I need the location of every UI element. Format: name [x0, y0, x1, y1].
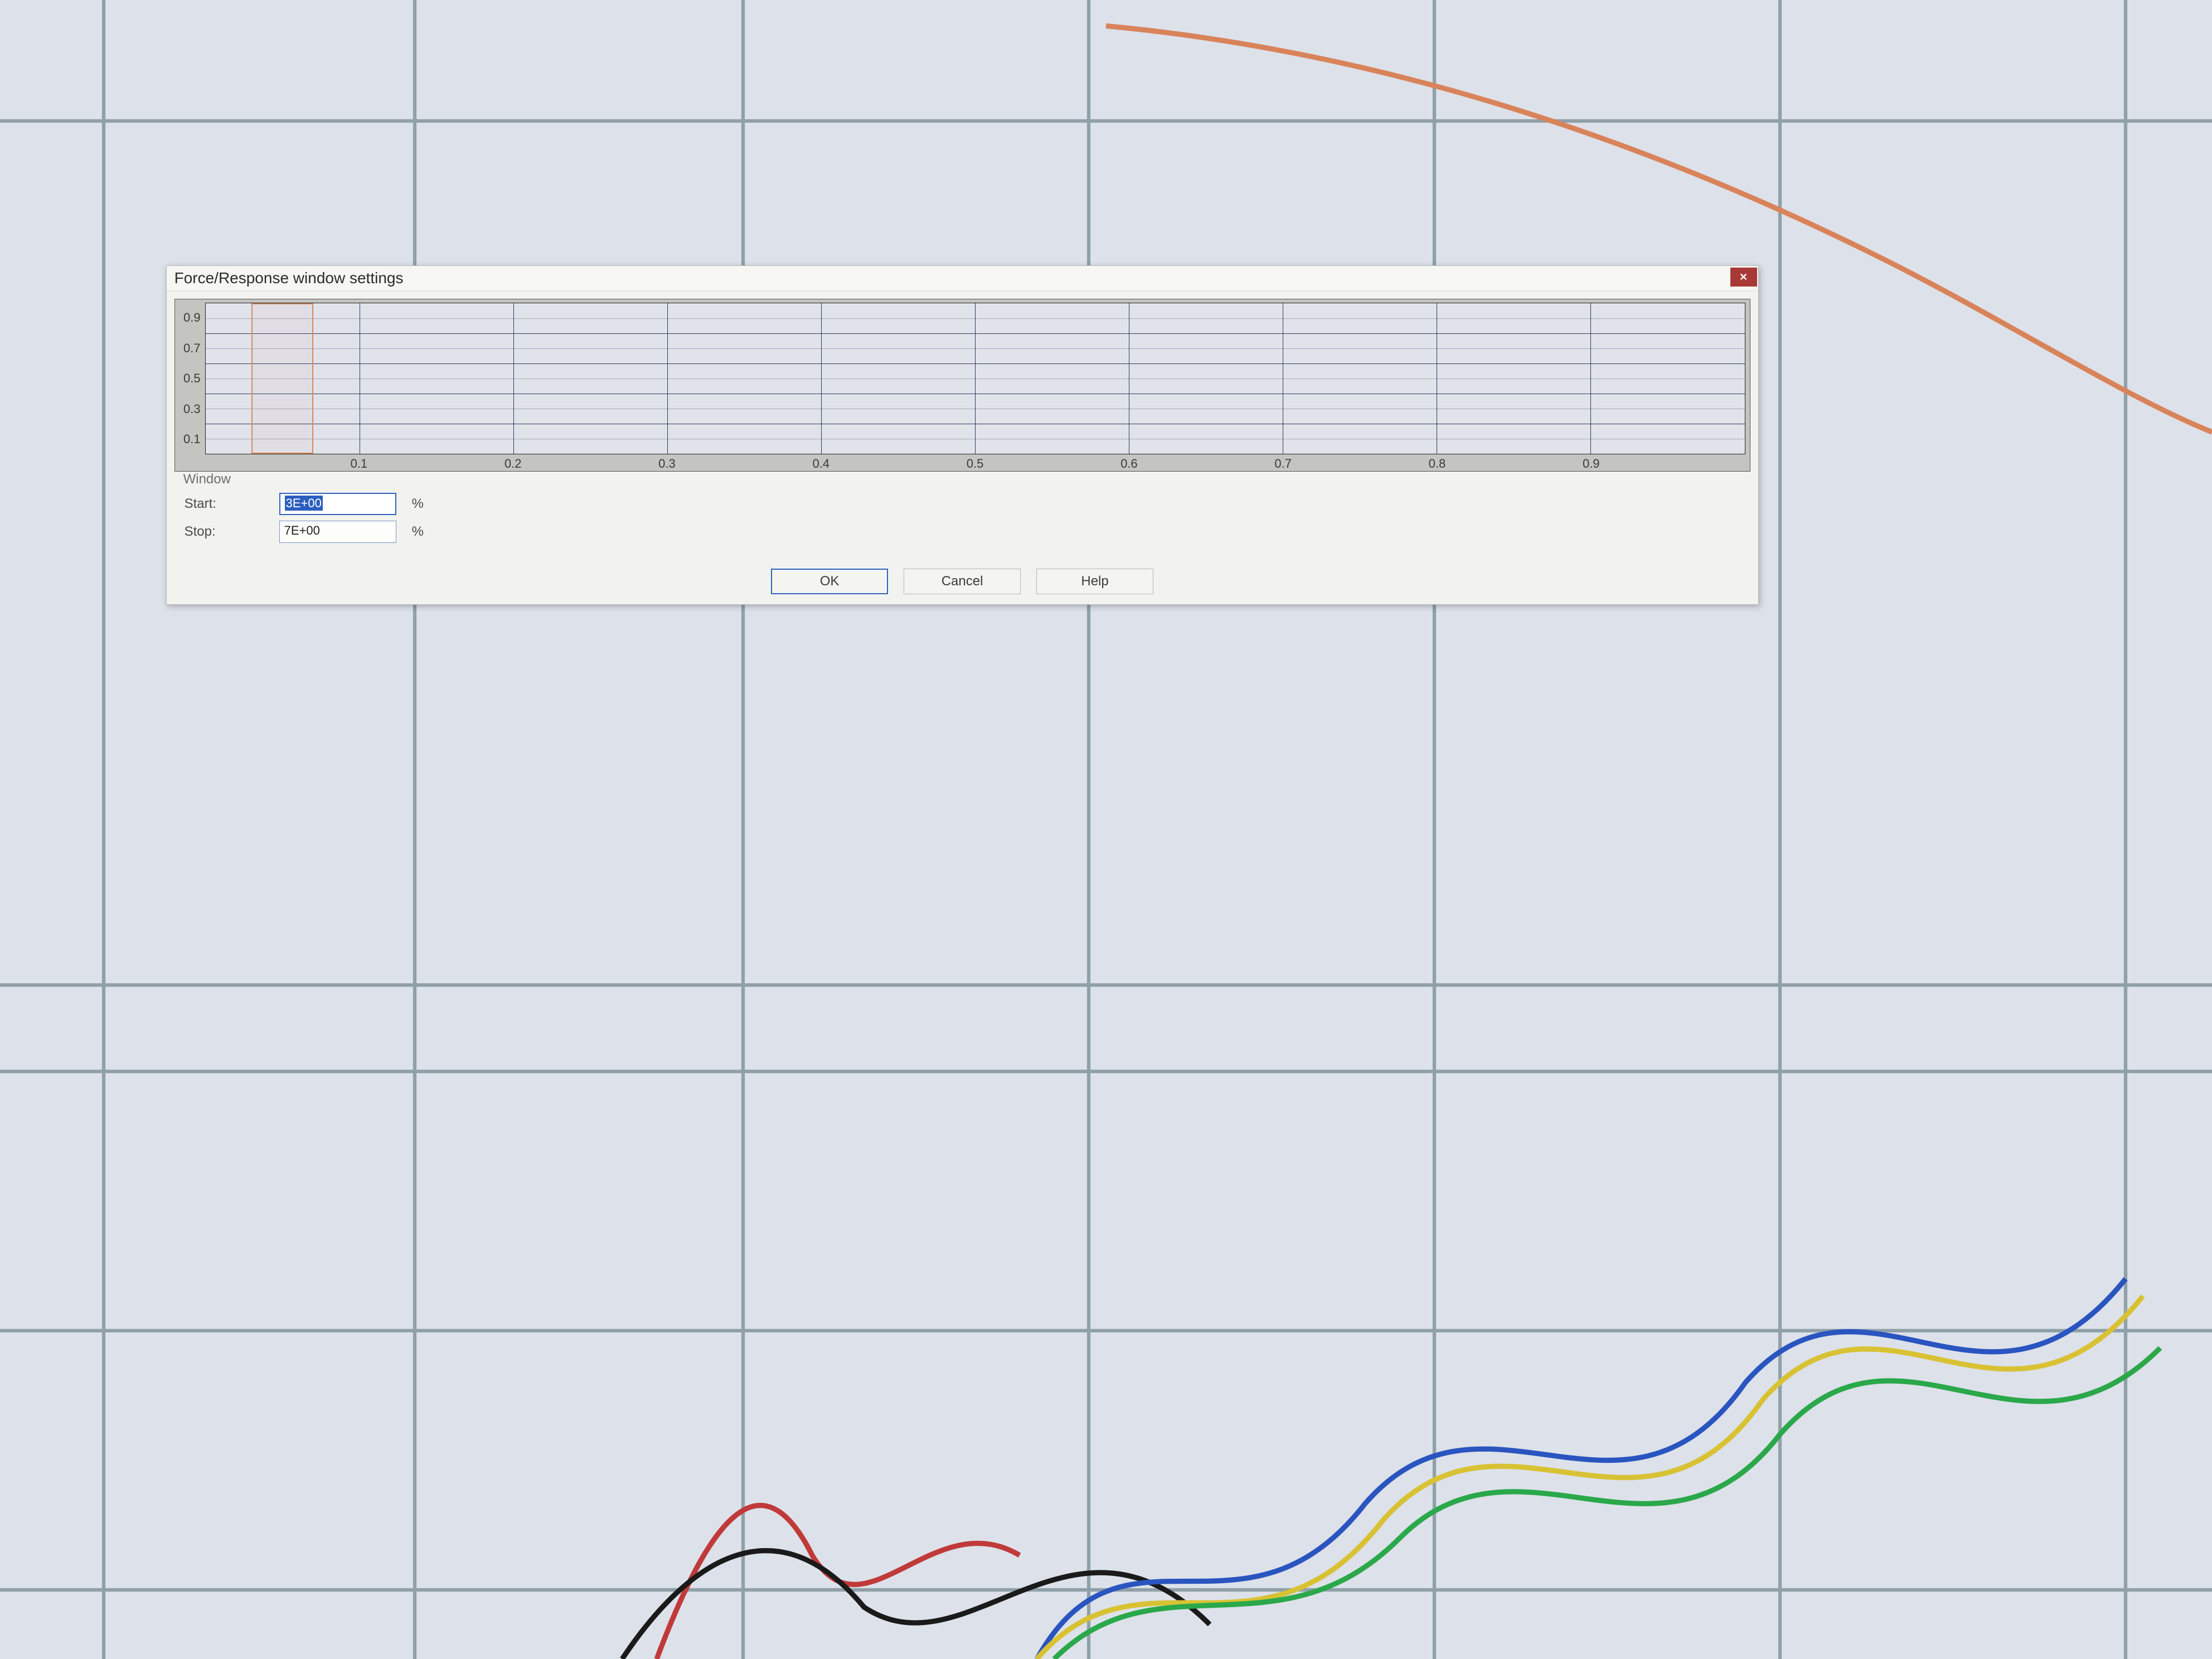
- start-input-value: 3E+00: [285, 496, 323, 511]
- x-tick-label: 0.3: [658, 457, 676, 471]
- window-preview-plot[interactable]: 0.9 0.7 0.5 0.3 0.1: [174, 299, 1750, 472]
- x-tick-label: 0.7: [1274, 457, 1292, 471]
- close-button[interactable]: ✕: [1730, 268, 1757, 287]
- start-input[interactable]: 3E+00: [279, 493, 396, 515]
- y-tick-label: 0.7: [183, 341, 201, 356]
- stop-label: Stop:: [185, 524, 279, 540]
- cancel-button-label: Cancel: [942, 574, 983, 589]
- x-tick-label: 0.2: [505, 457, 522, 471]
- y-tick-label: 0.3: [183, 402, 201, 416]
- help-button-label: Help: [1081, 574, 1108, 589]
- ok-button-label: OK: [820, 574, 840, 589]
- background-chart: [0, 0, 2212, 1659]
- cancel-button[interactable]: Cancel: [904, 569, 1021, 594]
- start-label: Start:: [185, 496, 279, 512]
- x-tick-label: 0.8: [1429, 457, 1446, 471]
- stop-input-value: 7E+00: [284, 523, 320, 537]
- dialog-buttons: OK Cancel Help: [167, 562, 1758, 604]
- start-row: Start: 3E+00 %: [185, 493, 1740, 515]
- help-button[interactable]: Help: [1036, 569, 1153, 594]
- window-range-highlight: [251, 303, 313, 454]
- y-axis-ticks: 0.9 0.7 0.5 0.3 0.1: [175, 303, 204, 454]
- x-tick-label: 0.4: [812, 457, 830, 471]
- stop-input[interactable]: 7E+00: [279, 521, 396, 543]
- stop-row: Stop: 7E+00 %: [185, 521, 1740, 543]
- x-axis-ticks: 0.1 0.2 0.3 0.4 0.5 0.6 0.7 0.8 0.9: [205, 455, 1745, 471]
- group-label: Window: [180, 472, 234, 487]
- close-icon: ✕: [1739, 271, 1748, 283]
- ok-button[interactable]: OK: [771, 569, 888, 594]
- x-tick-label: 0.6: [1120, 457, 1138, 471]
- y-tick-label: 0.5: [183, 371, 201, 386]
- dialog-titlebar: Force/Response window settings ✕: [167, 266, 1758, 291]
- y-tick-label: 0.1: [183, 432, 201, 447]
- y-tick-label: 0.9: [183, 311, 201, 325]
- x-tick-label: 0.9: [1583, 457, 1600, 471]
- stop-unit: %: [412, 524, 424, 540]
- start-unit: %: [412, 496, 424, 512]
- dialog-title: Force/Response window settings: [174, 269, 404, 287]
- force-response-window-settings-dialog: Force/Response window settings ✕ 0.9 0.7…: [166, 265, 1759, 605]
- window-group: Window Start: 3E+00 % Stop: 7E+00 %: [174, 479, 1750, 554]
- x-tick-label: 0.1: [351, 457, 368, 471]
- x-tick-label: 0.5: [967, 457, 984, 471]
- plot-area: [205, 303, 1745, 454]
